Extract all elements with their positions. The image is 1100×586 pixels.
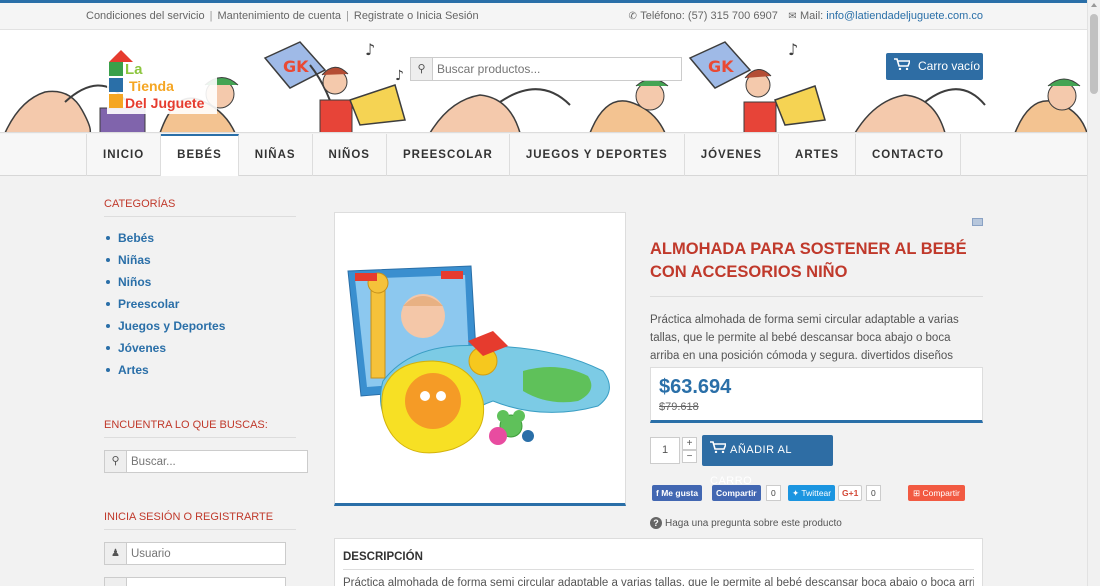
add-to-cart-button[interactable]: AÑADIR AL CARRO <box>702 435 833 487</box>
facebook-like-button[interactable]: f Me gusta <box>652 485 703 501</box>
username-input[interactable] <box>127 543 283 564</box>
login-section-title: INICIA SESIÓN O REGISTRARTE <box>104 511 296 530</box>
sidebar-search: ⚲ <box>104 450 308 473</box>
password-field: ● <box>104 577 286 586</box>
product-image <box>343 221 619 497</box>
ask-question-link[interactable]: ? Haga una pregunta sobre este producto <box>650 517 983 529</box>
description-text: Práctica almohada de forma semi circular… <box>343 577 974 586</box>
category-item[interactable]: Niños <box>104 271 296 293</box>
question-icon: ? <box>650 517 662 529</box>
google-plus-button[interactable]: G+1 <box>838 485 863 501</box>
sidebar: CATEGORÍAS Bebés Niñas Niños Preescolar … <box>104 198 308 586</box>
description-section: DESCRIPCIÓN Práctica almohada de forma s… <box>334 538 983 586</box>
category-item[interactable]: Artes <box>104 359 296 381</box>
cart-icon <box>710 435 728 466</box>
nav-item-ninas[interactable]: NIÑAS <box>239 134 313 176</box>
product-info: ALMOHADA PARA SOSTENER AL BEBÉ CON ACCES… <box>650 212 983 529</box>
scroll-up-icon[interactable] <box>1091 3 1097 7</box>
mail-icon: ✉ <box>788 11 797 22</box>
svg-text:La: La <box>125 61 143 78</box>
svg-text:♪: ♪ <box>788 40 798 59</box>
svg-text:GK: GK <box>708 57 734 76</box>
google-plus-count: 0 <box>866 485 881 501</box>
price-box: $63.694 $79.618 <box>650 367 983 423</box>
svg-text:GK: GK <box>283 57 309 76</box>
add-to-cart-row: 1 + − AÑADIR AL CARRO <box>650 435 983 487</box>
tweet-button[interactable]: ✦ Twittear <box>788 485 836 501</box>
link-account[interactable]: Mantenimiento de cuenta <box>217 10 341 22</box>
email-friend-icon[interactable] <box>972 218 983 226</box>
quantity-stepper: + − <box>682 437 697 464</box>
old-price: $79.618 <box>659 401 699 413</box>
nav-item-artes[interactable]: ARTES <box>779 134 856 176</box>
search-section-title: ENCUENTRA LO QUE BUSCAS: <box>104 419 296 438</box>
category-item[interactable]: Preescolar <box>104 293 296 315</box>
current-price: $63.694 <box>659 376 732 398</box>
username-field: ♟ <box>104 542 286 565</box>
phone-icon: ✆ <box>628 11 637 22</box>
svg-text:Tienda: Tienda <box>129 78 174 94</box>
scrollbar-thumb[interactable] <box>1090 14 1098 94</box>
nav-item-contacto[interactable]: CONTACTO <box>856 134 962 176</box>
page-scrollbar[interactable] <box>1087 0 1100 586</box>
category-list: Bebés Niñas Niños Preescolar Juegos y De… <box>104 227 296 381</box>
product-search-input[interactable] <box>433 58 681 80</box>
sidebar-search-input[interactable] <box>127 451 305 472</box>
product-title: ALMOHADA PARA SOSTENER AL BEBÉ CON ACCES… <box>650 238 983 297</box>
phone-text: Teléfono: (57) 315 700 6907 <box>640 10 778 22</box>
category-item[interactable]: Jóvenes <box>104 337 296 359</box>
link-terms[interactable]: Condiciones del servicio <box>86 10 205 22</box>
share-button[interactable]: ⊞ Compartir <box>908 485 965 501</box>
link-register-login[interactable]: Registrate o Inicia Sesión <box>354 10 479 22</box>
svg-text:♪: ♪ <box>365 40 375 59</box>
top-links: Condiciones del servicio | Mantenimiento d… <box>86 10 479 22</box>
quantity-decrease-button[interactable]: − <box>682 450 697 463</box>
password-input[interactable] <box>127 578 283 586</box>
social-buttons: f Me gusta Compartir 0 ✦ Twittear G+1 0 … <box>650 485 983 503</box>
search-icon[interactable]: ⚲ <box>411 58 433 80</box>
user-icon: ♟ <box>105 543 127 564</box>
quantity-increase-button[interactable]: + <box>682 437 697 450</box>
cart-label: Carro vacío <box>918 59 981 73</box>
site-logo[interactable]: La Tienda Del Juguete <box>107 48 217 114</box>
nav-item-ninos[interactable]: NIÑOS <box>313 134 387 176</box>
svg-text:Del Juguete: Del Juguete <box>125 95 205 111</box>
facebook-share-count: 0 <box>766 485 781 501</box>
lock-icon: ● <box>105 578 127 586</box>
description-title: DESCRIPCIÓN <box>343 551 974 570</box>
nav-item-juegos-deportes[interactable]: JUEGOS Y DEPORTES <box>510 134 685 176</box>
nav-item-preescolar[interactable]: PREESCOLAR <box>387 134 510 176</box>
product-search: ⚲ <box>410 57 682 81</box>
main-nav: INICIO BEBÉS NIÑAS NIÑOS PREESCOLAR JUEG… <box>0 134 1087 176</box>
header-banner: GK ♪ ♪ GK ♪ La Tienda Del Juguete ⚲ Busc… <box>0 30 1087 133</box>
category-item[interactable]: Bebés <box>104 227 296 249</box>
product-image-box[interactable] <box>334 212 626 506</box>
contact-info: ✆ Teléfono: (57) 315 700 6907 ✉ Mail: info… <box>627 10 984 22</box>
category-item[interactable]: Niñas <box>104 249 296 271</box>
top-bar: Condiciones del servicio | Mantenimiento d… <box>0 0 1087 30</box>
cart-button[interactable]: Carro vacío <box>886 53 983 80</box>
cart-icon <box>894 53 912 80</box>
quantity-input[interactable]: 1 <box>650 437 680 464</box>
search-icon[interactable]: ⚲ <box>105 451 127 472</box>
svg-text:♪: ♪ <box>395 68 404 84</box>
categories-title: CATEGORÍAS <box>104 198 296 217</box>
category-item[interactable]: Juegos y Deportes <box>104 315 296 337</box>
mail-link[interactable]: info@latiendadeljuguete.com.co <box>826 10 983 22</box>
mail-label: Mail: <box>799 10 824 22</box>
facebook-share-button[interactable]: Compartir <box>712 485 761 501</box>
nav-item-bebes[interactable]: BEBÉS <box>161 134 239 176</box>
product-short-description: Práctica almohada de forma semi circular… <box>650 314 959 362</box>
twitter-icon: ✦ <box>792 488 802 498</box>
nav-item-inicio[interactable]: INICIO <box>87 134 162 176</box>
nav-item-jovenes[interactable]: JÓVENES <box>685 134 780 176</box>
